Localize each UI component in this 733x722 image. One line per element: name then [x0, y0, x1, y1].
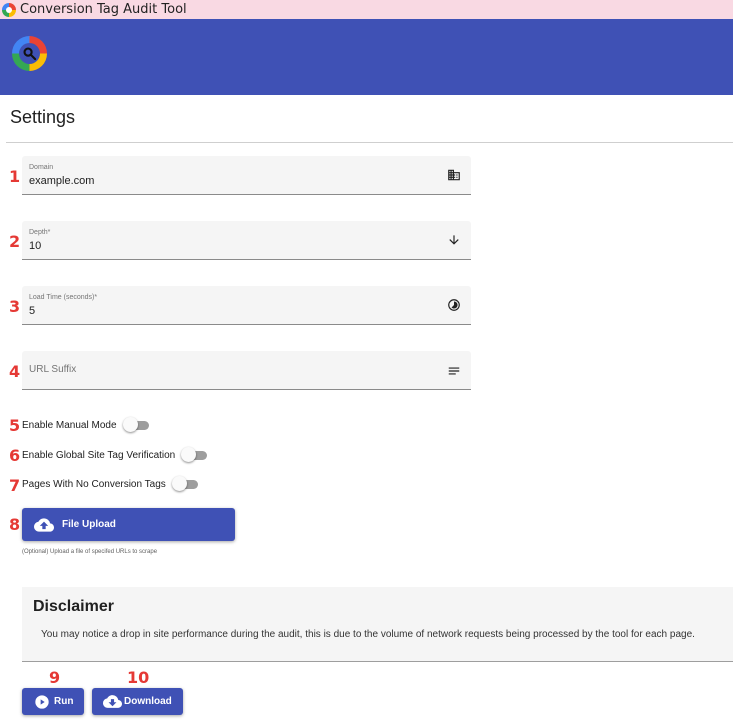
manual-mode-row: Enable Manual Mode	[22, 417, 149, 433]
load-time-input[interactable]	[29, 305, 409, 317]
play-circle-icon	[35, 694, 49, 709]
load-time-field[interactable]: Load Time (seconds)*	[22, 286, 471, 325]
url-suffix-field[interactable]: URL Suffix	[22, 351, 471, 390]
cloud-download-icon	[103, 695, 122, 708]
marker-4: 4	[9, 362, 21, 381]
window-title: Conversion Tag Audit Tool	[20, 2, 187, 17]
file-upload-button[interactable]: File Upload	[22, 508, 235, 541]
run-button[interactable]: Run	[22, 688, 84, 715]
file-upload-hint: (Optional) Upload a file of specifed URL…	[22, 549, 158, 555]
no-conversion-tags-row: Pages With No Conversion Tags	[22, 476, 198, 492]
global-site-tag-row: Enable Global Site Tag Verification	[22, 447, 208, 463]
cloud-upload-icon	[34, 517, 54, 532]
arrow-down-icon	[449, 235, 459, 245]
marker-2: 2	[9, 232, 21, 251]
disclaimer-title: Disclaimer	[33, 598, 114, 615]
depth-input[interactable]	[29, 240, 409, 252]
depth-field[interactable]: Depth*	[22, 221, 471, 260]
marker-7: 7	[9, 476, 21, 495]
marker-10: 10	[127, 668, 150, 687]
url-suffix-placeholder: URL Suffix	[29, 364, 77, 375]
no-conversion-tags-toggle[interactable]	[171, 476, 198, 492]
depth-label: Depth*	[29, 229, 51, 236]
app-logo[interactable]	[12, 36, 47, 71]
domain-label: Domain	[29, 164, 54, 171]
marker-8: 8	[9, 515, 21, 534]
run-label: Run	[54, 696, 74, 707]
marker-6: 6	[9, 446, 21, 465]
marker-3: 3	[9, 297, 21, 316]
disclaimer-card: Disclaimer You may notice a drop in site…	[22, 587, 733, 662]
disclaimer-text: You may notice a drop in site performanc…	[41, 629, 695, 640]
manual-mode-toggle[interactable]	[122, 417, 149, 433]
building-icon	[448, 169, 460, 181]
global-site-tag-toggle[interactable]	[181, 447, 208, 463]
divider	[6, 142, 733, 143]
load-time-label: Load Time (seconds)*	[29, 294, 98, 301]
marker-9: 9	[49, 668, 61, 687]
download-label: Download	[124, 696, 172, 707]
file-upload-label: File Upload	[62, 519, 116, 530]
search-icon	[23, 47, 37, 61]
global-site-tag-label: Enable Global Site Tag Verification	[22, 449, 176, 461]
no-conversion-tags-label: Pages With No Conversion Tags	[22, 478, 166, 490]
download-button[interactable]: Download	[92, 688, 183, 715]
timelapse-icon	[448, 299, 460, 311]
domain-input[interactable]	[29, 175, 409, 187]
window-titlebar: Conversion Tag Audit Tool	[0, 0, 733, 19]
page-title: Settings	[10, 107, 76, 127]
app-icon	[2, 2, 16, 17]
domain-field[interactable]: Domain	[22, 156, 471, 195]
manual-mode-label: Enable Manual Mode	[22, 419, 117, 431]
marker-1: 1	[9, 167, 21, 186]
app-header	[0, 19, 733, 95]
notes-icon	[448, 367, 460, 375]
marker-5: 5	[9, 416, 21, 435]
